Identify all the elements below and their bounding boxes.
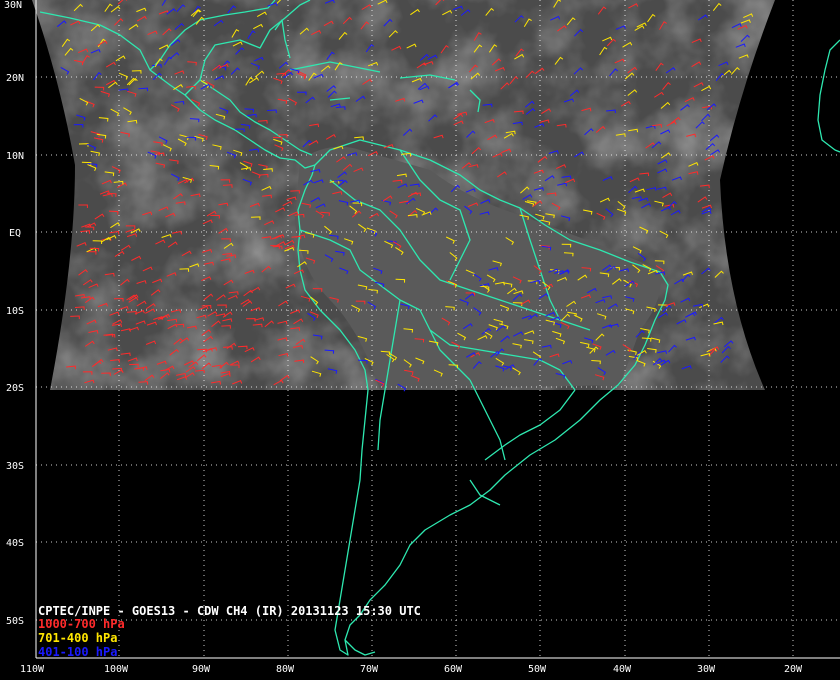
lon-label: 90W xyxy=(192,664,211,675)
lat-label: 40S xyxy=(6,538,24,549)
latitude-labels: 30N 20N 10N EQ 10S 20S 30S 40S 50S xyxy=(4,0,24,627)
lat-label: 10S xyxy=(6,306,24,317)
lat-label: 20S xyxy=(6,383,24,394)
lat-label: 10N xyxy=(6,151,24,162)
satellite-wind-map: 30N 20N 10N EQ 10S 20S 30S 40S 50S 110W … xyxy=(4,0,840,675)
lat-label: 30N xyxy=(4,0,22,11)
lat-label: EQ xyxy=(9,228,21,239)
lon-label: 30W xyxy=(697,664,716,675)
legend-mid-level: 701-400 hPa xyxy=(38,631,118,645)
lon-label: 70W xyxy=(360,664,379,675)
lon-label: 60W xyxy=(444,664,463,675)
lon-label: 50W xyxy=(528,664,547,675)
lon-label: 20W xyxy=(784,664,803,675)
legend-high-level: 401-100 hPa xyxy=(38,645,118,659)
legend-low-level: 1000-700 hPa xyxy=(38,617,125,631)
lat-label: 50S xyxy=(6,616,24,627)
lon-label: 100W xyxy=(104,664,129,675)
lat-label: 30S xyxy=(6,461,24,472)
lon-label: 40W xyxy=(613,664,632,675)
lat-label: 20N xyxy=(6,73,24,84)
longitude-labels: 110W 100W 90W 80W 70W 60W 50W 40W 30W 20… xyxy=(20,664,803,675)
product-title: CPTEC/INPE - GOES13 - CDW CH4 (IR) 20131… xyxy=(38,604,421,618)
lon-label: 110W xyxy=(20,664,45,675)
lon-label: 80W xyxy=(276,664,295,675)
